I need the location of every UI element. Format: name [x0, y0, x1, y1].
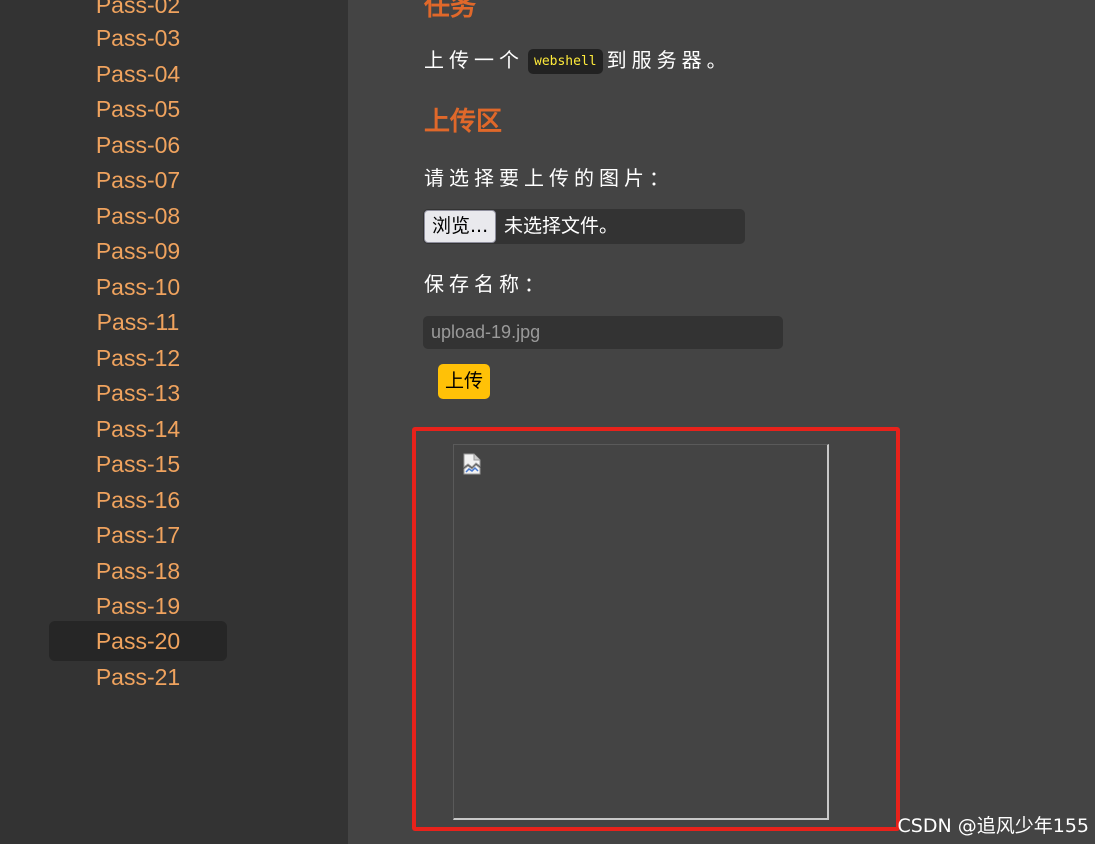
save-name-input[interactable] [423, 316, 783, 349]
sidebar-item-pass-09[interactable]: Pass-09 [49, 233, 227, 269]
task-description: 上传一个 webshell 到服务器。 [424, 44, 732, 74]
sidebar-item-pass-15[interactable]: Pass-15 [49, 446, 227, 482]
file-input[interactable]: 浏览... 未选择文件。 [423, 209, 745, 244]
watermark: CSDN @追风少年155 [897, 815, 1089, 837]
sidebar-item-pass-08[interactable]: Pass-08 [49, 198, 227, 234]
sidebar-item-pass-03[interactable]: Pass-03 [49, 20, 227, 56]
sidebar-item-pass-10[interactable]: Pass-10 [49, 269, 227, 305]
task-text-before: 上传一个 [424, 48, 524, 72]
select-image-label: 请选择要上传的图片： [424, 166, 674, 190]
file-status: 未选择文件。 [504, 215, 619, 237]
code-chip: webshell [528, 49, 603, 74]
sidebar-item-pass-07[interactable]: Pass-07 [49, 162, 227, 198]
sidebar-item-pass-16[interactable]: Pass-16 [49, 482, 227, 518]
sidebar-item-pass-12[interactable]: Pass-12 [49, 340, 227, 376]
sidebar-item-pass-06[interactable]: Pass-06 [49, 127, 227, 163]
sidebar-item-pass-13[interactable]: Pass-13 [49, 375, 227, 411]
sidebar-item-pass-14[interactable]: Pass-14 [49, 411, 227, 447]
sidebar-item-pass-18[interactable]: Pass-18 [49, 553, 227, 589]
uploaded-image-preview [453, 444, 829, 820]
sidebar-item-pass-11[interactable]: Pass-11 [49, 304, 227, 340]
task-heading: 任务 [424, 0, 477, 22]
task-text-after: 到服务器。 [606, 48, 732, 72]
browse-button[interactable]: 浏览... [424, 210, 497, 243]
upload-heading: 上传区 [424, 107, 503, 137]
upload-button[interactable]: 上传 [438, 364, 490, 399]
save-name-label: 保存名称： [424, 272, 549, 296]
sidebar-item-pass-05[interactable]: Pass-05 [49, 91, 227, 127]
broken-image-icon [462, 453, 482, 479]
sidebar-item-pass-19[interactable]: Pass-19 [49, 588, 227, 624]
sidebar: Pass-02 Pass-03 Pass-04 Pass-05 Pass-06 … [0, 0, 348, 844]
sidebar-item-pass-17[interactable]: Pass-17 [49, 517, 227, 553]
sidebar-item-pass-04[interactable]: Pass-04 [49, 56, 227, 92]
sidebar-item-pass-21[interactable]: Pass-21 [49, 659, 227, 695]
sidebar-item-pass-20[interactable]: Pass-20 [49, 621, 227, 661]
